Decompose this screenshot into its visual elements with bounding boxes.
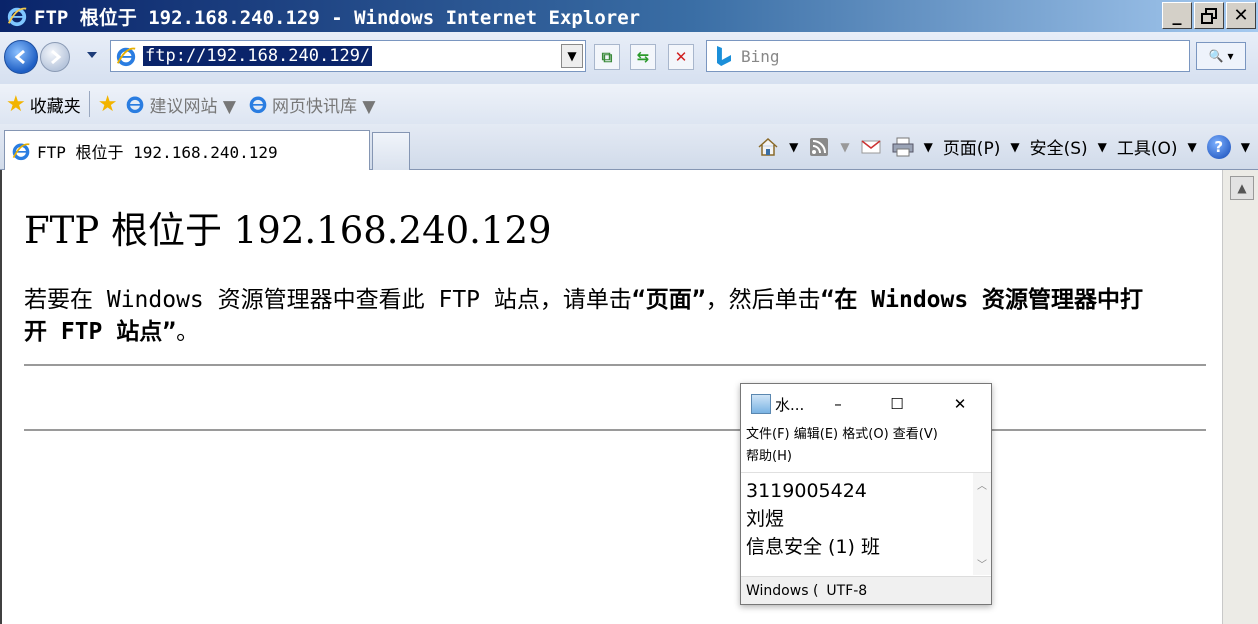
- page-dropdown-icon[interactable]: ▼: [1010, 140, 1019, 154]
- notepad-window[interactable]: 水... – ☐ ✕ 文件(F) 编辑(E) 格式(O) 查看(V) 帮助(H)…: [740, 383, 992, 605]
- chevron-up-icon[interactable]: ︿: [977, 477, 987, 492]
- instruction-prefix: 若要在 Windows 资源管理器中查看此 FTP 站点，请单击: [24, 287, 632, 313]
- print-dropdown-icon[interactable]: ▼: [924, 140, 933, 154]
- text-line: 3119005424: [746, 480, 867, 502]
- help-dropdown-icon[interactable]: ▼: [1241, 140, 1250, 154]
- home-icon[interactable]: [757, 136, 779, 158]
- history-dropdown-icon[interactable]: [86, 50, 98, 60]
- window-title: FTP 根位于 192.168.240.129 - Windows Intern…: [34, 6, 641, 29]
- instruction-middle: ，然后单击: [705, 287, 821, 313]
- back-icon: [14, 49, 25, 65]
- ie-page-icon: [116, 47, 136, 67]
- notepad-window-controls: – ☐ ✕: [811, 395, 991, 413]
- web-slice-gallery-link[interactable]: 网页快讯库 ▼: [272, 92, 375, 117]
- page-heading: FTP 根位于 192.168.240.129: [24, 209, 552, 252]
- restore-button[interactable]: [1194, 2, 1224, 29]
- address-dropdown-button[interactable]: ▼: [561, 44, 583, 68]
- encoding-status: UTF-8: [826, 582, 868, 599]
- instruction-text: 若要在 Windows 资源管理器中查看此 FTP 站点，请单击“页面”，然后单…: [24, 284, 1144, 348]
- menu-format[interactable]: 格式(O): [842, 427, 888, 442]
- new-tab-button[interactable]: [372, 132, 410, 170]
- compat-view-icon[interactable]: ⧉: [594, 44, 620, 70]
- notepad-maximize-button[interactable]: ☐: [865, 395, 929, 413]
- favorites-button[interactable]: 收藏夹: [30, 92, 81, 117]
- chevron-down-icon[interactable]: ﹀: [977, 556, 987, 571]
- vertical-scrollbar[interactable]: ▲: [1222, 170, 1258, 624]
- minimize-button[interactable]: _: [1162, 2, 1192, 29]
- back-button[interactable]: [4, 40, 38, 74]
- home-dropdown-icon[interactable]: ▼: [789, 140, 798, 154]
- print-icon[interactable]: [892, 136, 914, 158]
- tab-label: FTP 根位于 192.168.240.129: [37, 142, 278, 162]
- divider: [24, 364, 1206, 366]
- scroll-up-button[interactable]: ▲: [1230, 176, 1254, 200]
- star-icon: ★: [6, 91, 26, 117]
- search-box[interactable]: Bing: [706, 40, 1190, 72]
- notepad-text-area[interactable]: 3119005424 刘煜 信息安全 (1) 班 ︿ ﹀: [741, 472, 991, 575]
- forward-icon: [51, 49, 62, 65]
- notepad-minimize-button[interactable]: –: [811, 395, 865, 413]
- ie-icon: [7, 7, 27, 27]
- stop-icon[interactable]: ✕: [668, 44, 694, 70]
- url-text[interactable]: ftp://192.168.240.129/: [143, 46, 373, 66]
- rss-icon[interactable]: [808, 136, 830, 158]
- ie-icon: [127, 96, 144, 114]
- divider: [24, 429, 1206, 431]
- text-line: 刘煜: [746, 508, 785, 530]
- title-bar: FTP 根位于 192.168.240.129 - Windows Intern…: [0, 0, 1258, 32]
- menu-edit[interactable]: 编辑(E): [794, 427, 838, 442]
- text-line: 信息安全 (1) 班: [746, 536, 880, 558]
- page-content: FTP 根位于 192.168.240.129 若要在 Windows 资源管理…: [0, 170, 1222, 624]
- add-favorites-icon[interactable]: ★: [98, 92, 118, 117]
- safety-menu[interactable]: 安全(S): [1030, 134, 1088, 159]
- notepad-scrollbar[interactable]: ︿ ﹀: [973, 473, 991, 575]
- safety-dropdown-icon[interactable]: ▼: [1098, 140, 1107, 154]
- suggested-sites-link[interactable]: 建议网站 ▼: [149, 92, 235, 117]
- menu-file[interactable]: 文件(F): [746, 427, 790, 442]
- notepad-close-button[interactable]: ✕: [929, 395, 991, 413]
- ie-icon: [12, 142, 30, 160]
- address-bar[interactable]: ftp://192.168.240.129/ ▼: [110, 40, 586, 72]
- line-ending-status: Windows (: [746, 582, 819, 599]
- instruction-page-term: “页面”: [631, 287, 706, 313]
- close-button[interactable]: ✕: [1226, 2, 1256, 29]
- mail-icon[interactable]: [860, 136, 882, 158]
- notepad-menu-bar: 文件(F) 编辑(E) 格式(O) 查看(V) 帮助(H): [741, 424, 991, 468]
- bing-icon: [717, 46, 731, 66]
- search-placeholder: Bing: [741, 46, 780, 66]
- search-icon: 🔍: [1208, 49, 1224, 63]
- ie-icon: [249, 96, 267, 114]
- refresh-icon[interactable]: ⇆: [630, 44, 656, 70]
- menu-view[interactable]: 查看(V): [893, 427, 938, 442]
- instruction-suffix: 。: [176, 319, 200, 345]
- tools-dropdown-icon[interactable]: ▼: [1188, 140, 1197, 154]
- forward-button[interactable]: [40, 42, 70, 72]
- search-button[interactable]: 🔍 ▾: [1196, 42, 1246, 70]
- notepad-title-bar[interactable]: 水... – ☐ ✕: [741, 384, 991, 424]
- window-controls: _ ✕: [1162, 2, 1256, 29]
- notepad-icon: [751, 394, 771, 414]
- tab-ftp[interactable]: FTP 根位于 192.168.240.129: [4, 130, 370, 170]
- notepad-status-bar: Windows ( UTF-8: [741, 576, 991, 604]
- rss-dropdown-icon[interactable]: ▼: [840, 140, 849, 154]
- separator: [88, 91, 90, 117]
- menu-help[interactable]: 帮助(H): [746, 449, 792, 464]
- favorites-bar: ★ 收藏夹 ★ 建议网站 ▼ 网页快讯库 ▼: [0, 84, 1258, 124]
- notepad-title: 水...: [775, 395, 805, 414]
- tools-menu[interactable]: 工具(O): [1117, 134, 1178, 159]
- help-icon[interactable]: ?: [1206, 134, 1231, 159]
- notepad-content[interactable]: 3119005424 刘煜 信息安全 (1) 班: [741, 473, 991, 565]
- tab-bar: FTP 根位于 192.168.240.129 ▼ ▼ ▼ 页面(P) ▼ 安全…: [0, 124, 1258, 170]
- navigation-bar: ftp://192.168.240.129/ ▼ ⧉ ⇆ ✕ Bing 🔍 ▾: [0, 32, 1258, 84]
- page-menu[interactable]: 页面(P): [943, 134, 1001, 159]
- search-options-icon[interactable]: ▾: [1227, 49, 1233, 63]
- restore-icon: [1201, 7, 1217, 24]
- command-bar: ▼ ▼ ▼ 页面(P) ▼ 安全(S) ▼ 工具(O) ▼ ? ▼: [757, 134, 1250, 159]
